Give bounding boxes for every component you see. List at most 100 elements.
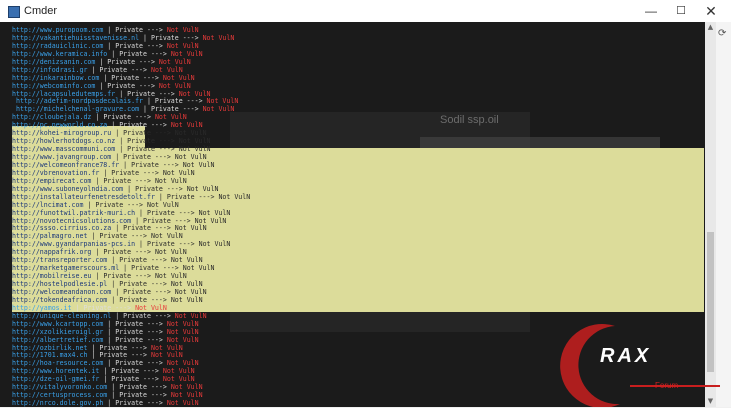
line-separator: | Private --->	[99, 367, 159, 376]
line-url: http://www.suboneyolndia.com	[12, 184, 124, 193]
line-separator: | Private --->	[143, 97, 203, 106]
watermark-text: RAX	[600, 345, 652, 367]
line-separator: | Private --->	[139, 105, 199, 114]
line-url: http://hostelpodlesie.pl	[12, 280, 108, 288]
line-separator: | Private --->	[103, 399, 163, 408]
line-separator: | Private --->	[123, 184, 183, 193]
line-url: http://kohei-mirogroup.ru	[12, 129, 112, 138]
line-url: http://welcomeandanon.com	[12, 287, 112, 296]
line-separator: | Private --->	[135, 240, 195, 249]
line-status: Not VulN	[150, 232, 183, 241]
line-url: http://www.masscommuni.com	[12, 145, 116, 154]
line-status: Not VulN	[174, 153, 207, 161]
line-separator: | Private --->	[111, 129, 171, 138]
line-separator: | Private --->	[99, 168, 159, 177]
line-status: Not VulN	[150, 351, 183, 360]
close-button[interactable]: ✕	[696, 0, 726, 22]
line-status: Not VulN	[166, 41, 199, 50]
line-status: Not VulN	[174, 224, 207, 233]
line-status: Not VulN	[166, 26, 199, 34]
line-url: http://ssso.cirrius.co.za	[12, 224, 112, 233]
output-lines[interactable]: http://www.puropoom.com | Private ---> N…	[12, 26, 250, 408]
line-separator: | Private --->	[107, 49, 167, 58]
line-url: http://welcomeonfrance78.fr	[12, 160, 120, 169]
line-separator: | Private --->	[99, 375, 159, 384]
line-status: Not VulN	[150, 65, 183, 74]
line-separator: | Private --->	[107, 121, 167, 130]
line-url: http://www.keramica.info	[12, 49, 108, 58]
line-status: Not VulN	[162, 168, 195, 177]
line-url: http://www.puropoom.com	[12, 26, 104, 34]
line-url: http://unique-cleaning.nl	[12, 311, 112, 320]
line-separator: | Private --->	[87, 351, 147, 360]
line-url: http://certusprocess.com	[12, 391, 108, 400]
line-separator: | Private --->	[154, 192, 215, 201]
line-status: Not VulN	[182, 264, 215, 273]
line-url: http://transreporter.com	[12, 256, 108, 265]
line-status: Not VulN	[162, 367, 195, 376]
line-url: http://albertretief.com	[12, 335, 104, 344]
line-separator: | Private --->	[107, 280, 167, 288]
line-status: Not VulN	[174, 311, 207, 320]
line-status: Not VulN	[150, 343, 183, 352]
line-status: Not VulN	[202, 105, 235, 114]
maximize-button[interactable]: ☐	[666, 0, 696, 22]
line-separator: | Private --->	[119, 160, 179, 169]
line-status: Not VulN	[170, 49, 203, 58]
line-separator: | Private --->	[103, 41, 163, 50]
line-separator: | Private --->	[95, 57, 155, 66]
line-separator: | Private --->	[111, 287, 171, 296]
line-url: http://www.gyandarpanias-pcs.in	[12, 240, 136, 249]
line-url: http://adefim-nordpasdecalais.fr	[12, 97, 144, 106]
line-url: http://installateurfenetresdetolt.fr	[12, 192, 155, 201]
scroll-up-arrow-icon[interactable]: ▲	[705, 22, 716, 33]
line-url: http://mobilreise.eu	[12, 272, 92, 281]
line-url: http://lacapsuledutemps.fr	[12, 89, 116, 98]
line-status: Not VulN	[166, 399, 199, 408]
line-separator: | Private --->	[91, 272, 151, 281]
line-status: Not VulN	[154, 176, 187, 185]
line-separator: | Private --->	[103, 319, 163, 328]
line-url: http://howlerhotdogs.co.nz	[12, 137, 116, 146]
line-status: Not VulN	[154, 248, 187, 257]
line-separator: | Private --->	[95, 81, 155, 90]
line-separator: | Private --->	[119, 264, 179, 273]
line-status: Not VulN	[170, 256, 203, 265]
line-status: Not VulN	[162, 73, 195, 82]
line-url: http://xzolikieroigl.gr	[12, 327, 104, 336]
line-status: Not VulN	[166, 327, 199, 336]
line-separator: | Private --->	[87, 65, 147, 74]
line-url: http://tokendeafrica.com	[12, 295, 108, 304]
line-url: http://yamos.it	[12, 303, 72, 312]
line-separator: | Private --->	[131, 216, 191, 225]
line-url: http://cloubejala.dz	[12, 113, 92, 122]
line-separator: | Private --->	[103, 26, 163, 34]
line-status: Not VulN	[198, 240, 231, 249]
cmder-app-icon	[8, 6, 20, 18]
line-status: Not VulN	[170, 383, 203, 392]
line-status: Not VulN	[158, 81, 191, 90]
line-url: http://vakantiehuisstavenisse.nl	[12, 33, 140, 42]
line-status: Not VulN	[154, 272, 187, 281]
minimize-button[interactable]: —	[636, 0, 666, 22]
watermark-subtext: Forum	[655, 381, 679, 390]
line-url: http://www.javangroup.com	[12, 153, 112, 161]
line-url: http://infodrasi.gr	[12, 65, 88, 74]
line-separator: | Private --->	[135, 208, 195, 217]
line-status: Not VulN	[194, 216, 227, 225]
line-status: Not VulN	[178, 89, 211, 98]
line-status: Not VulN	[170, 121, 203, 130]
line-status: Not VulN	[198, 208, 231, 217]
line-url: http://michelchenal-gravure.com	[12, 105, 140, 114]
line-status: Not VulN	[206, 97, 239, 106]
line-status: Not VulN	[174, 287, 207, 296]
window-title: Cmder	[24, 5, 58, 17]
line-url: http://vitalyvoronko.com	[12, 383, 108, 392]
line-separator: | Private --->	[115, 89, 175, 98]
chat-icon[interactable]: ⟳	[718, 28, 726, 39]
line-url: http://denizsanin.com	[12, 57, 96, 66]
line-status: Not VulN	[162, 375, 195, 384]
line-status: Not VulN	[170, 280, 203, 288]
line-url: http://vbrenovation.fr	[12, 168, 100, 177]
line-separator: | Private --->	[111, 224, 171, 233]
